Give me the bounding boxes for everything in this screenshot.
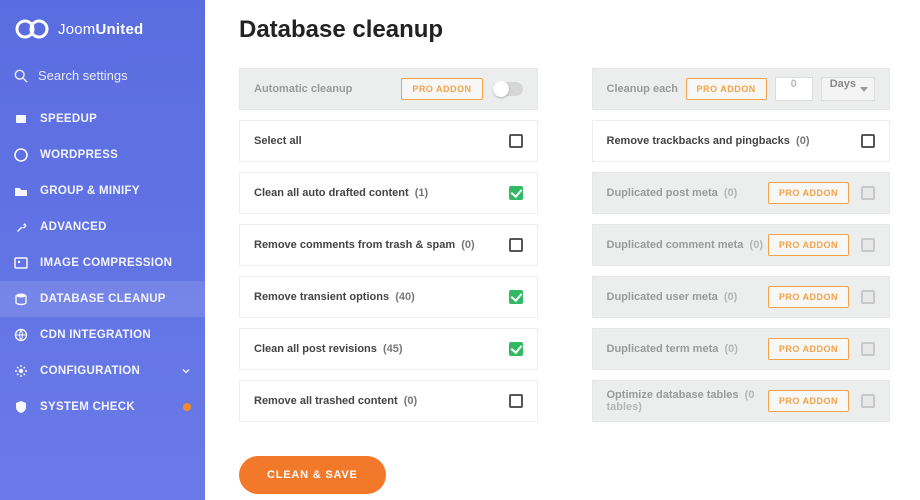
- triangle-down-icon: [860, 87, 868, 92]
- automatic-cleanup-row: Automatic cleanup PRO ADDON: [239, 68, 538, 110]
- nav: SPEEDUP WORDPRESS GROUP & MINIFY ADVANCE…: [0, 101, 205, 425]
- checkbox-disabled: [861, 186, 875, 200]
- cleanup-each-input[interactable]: 0: [775, 77, 813, 101]
- row-label: Duplicated term meta (0): [607, 343, 768, 355]
- shield-icon: [14, 400, 28, 414]
- row-label: Remove comments from trash & spam (0): [254, 239, 509, 251]
- nav-configuration[interactable]: CONFIGURATION: [0, 353, 205, 389]
- brand-text: JoomUnited: [58, 21, 143, 38]
- pro-option-row: Duplicated post meta (0)PRO ADDON: [592, 172, 891, 214]
- alert-dot-icon: [183, 403, 191, 411]
- page-title: Database cleanup: [239, 16, 890, 44]
- cleanup-option-row[interactable]: Remove transient options (40): [239, 276, 538, 318]
- pro-addon-badge: PRO ADDON: [768, 234, 849, 256]
- row-label: Remove all trashed content (0): [254, 395, 509, 407]
- search-icon: [14, 69, 28, 83]
- row-label: Remove transient options (40): [254, 291, 509, 303]
- cleanup-option-row[interactable]: Remove comments from trash & spam (0): [239, 224, 538, 266]
- database-icon: [14, 292, 28, 306]
- nav-database-cleanup[interactable]: DATABASE CLEANUP: [0, 281, 205, 317]
- gear-icon: [14, 364, 28, 378]
- checkbox-disabled: [861, 238, 875, 252]
- select-all-checkbox[interactable]: [509, 134, 523, 148]
- checkbox[interactable]: [509, 342, 523, 356]
- checkbox-disabled: [861, 342, 875, 356]
- folder-icon: [14, 184, 28, 198]
- left-column: Automatic cleanup PRO ADDON Select all C…: [239, 68, 538, 494]
- row-label: Duplicated user meta (0): [607, 291, 768, 303]
- nav-advanced[interactable]: ADVANCED: [0, 209, 205, 245]
- wordpress-icon: [14, 148, 28, 162]
- search-placeholder: Search settings: [38, 68, 128, 83]
- cleanup-option-row[interactable]: Clean all post revisions (45): [239, 328, 538, 370]
- remove-trackbacks-row[interactable]: Remove trackbacks and pingbacks (0): [592, 120, 891, 162]
- cleanup-each-label: Cleanup each: [607, 83, 686, 95]
- search-input[interactable]: Search settings: [0, 58, 205, 101]
- brand-logo-icon: [14, 18, 50, 40]
- checkbox-disabled: [861, 290, 875, 304]
- row-label: Duplicated post meta (0): [607, 187, 768, 199]
- row-label: Remove trackbacks and pingbacks (0): [607, 135, 862, 147]
- nav-cdn-integration[interactable]: CDN INTEGRATION: [0, 317, 205, 353]
- checkbox[interactable]: [509, 238, 523, 252]
- pro-addon-badge: PRO ADDON: [768, 182, 849, 204]
- nav-system-check[interactable]: SYSTEM CHECK: [0, 389, 205, 425]
- row-label: Duplicated comment meta (0): [607, 239, 768, 251]
- checkbox[interactable]: [861, 134, 875, 148]
- row-label: Clean all auto drafted content (1): [254, 187, 509, 199]
- pro-addon-badge: PRO ADDON: [686, 78, 767, 100]
- pro-addon-badge: PRO ADDON: [768, 286, 849, 308]
- pro-option-row: Duplicated term meta (0)PRO ADDON: [592, 328, 891, 370]
- checkbox[interactable]: [509, 290, 523, 304]
- row-label: Optimize database tables (0 tables): [607, 389, 768, 413]
- clean-save-button[interactable]: CLEAN & SAVE: [239, 456, 386, 494]
- cleanup-option-row[interactable]: Remove all trashed content (0): [239, 380, 538, 422]
- nav-group-minify[interactable]: GROUP & MINIFY: [0, 173, 205, 209]
- row-label: Clean all post revisions (45): [254, 343, 509, 355]
- automatic-cleanup-toggle[interactable]: [495, 82, 523, 96]
- checkbox[interactable]: [509, 394, 523, 408]
- cleanup-each-unit-select[interactable]: Days: [821, 77, 875, 101]
- checkbox-disabled: [861, 394, 875, 408]
- main: Database cleanup Automatic cleanup PRO A…: [205, 0, 920, 500]
- nav-image-compression[interactable]: IMAGE COMPRESSION: [0, 245, 205, 281]
- brand: JoomUnited: [0, 12, 205, 58]
- pro-addon-badge: PRO ADDON: [768, 338, 849, 360]
- sidebar: JoomUnited Search settings SPEEDUP WORDP…: [0, 0, 205, 500]
- pro-option-row: Duplicated user meta (0)PRO ADDON: [592, 276, 891, 318]
- checkbox[interactable]: [509, 186, 523, 200]
- chevron-down-icon: [181, 366, 191, 376]
- wrench-icon: [14, 220, 28, 234]
- cleanup-each-row: Cleanup each PRO ADDON 0 Days: [592, 68, 891, 110]
- globe-icon: [14, 328, 28, 342]
- select-all-row[interactable]: Select all: [239, 120, 538, 162]
- nav-wordpress[interactable]: WORDPRESS: [0, 137, 205, 173]
- pro-option-row: Duplicated comment meta (0)PRO ADDON: [592, 224, 891, 266]
- select-all-label: Select all: [254, 135, 509, 147]
- cleanup-option-row[interactable]: Clean all auto drafted content (1): [239, 172, 538, 214]
- image-icon: [14, 256, 28, 270]
- right-column: Cleanup each PRO ADDON 0 Days Remove tra…: [592, 68, 891, 494]
- automatic-cleanup-label: Automatic cleanup: [254, 83, 401, 95]
- pro-addon-badge: PRO ADDON: [401, 78, 482, 100]
- nav-speedup[interactable]: SPEEDUP: [0, 101, 205, 137]
- pro-option-row: Optimize database tables (0 tables)PRO A…: [592, 380, 891, 422]
- pro-addon-badge: PRO ADDON: [768, 390, 849, 412]
- gauge-icon: [14, 112, 28, 126]
